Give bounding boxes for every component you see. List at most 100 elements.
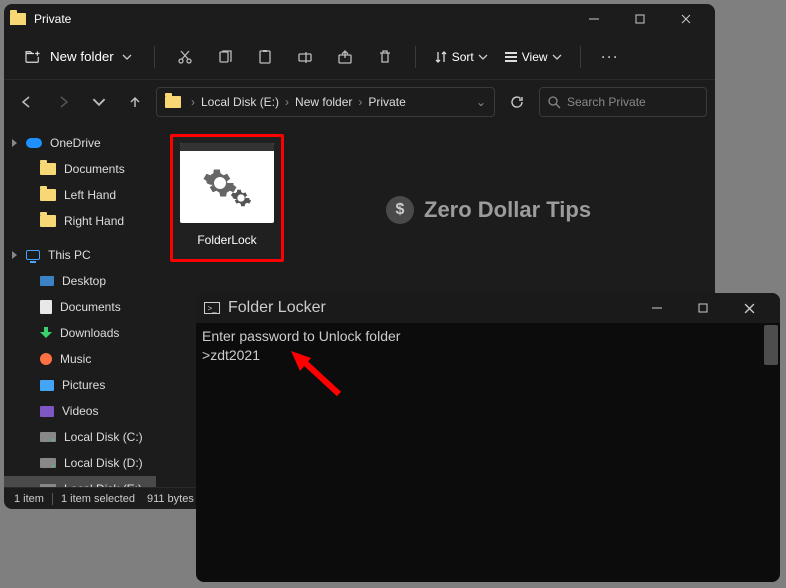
sidebar-item-music[interactable]: Music — [4, 346, 156, 372]
minimize-button[interactable] — [571, 4, 617, 34]
cmd-output-line: Enter password to Unlock folder — [202, 327, 774, 346]
breadcrumb-seg[interactable]: Private — [368, 95, 405, 109]
sort-icon — [434, 50, 448, 64]
cmd-title-text: Folder Locker — [228, 299, 326, 317]
sidebar-label: Right Hand — [64, 214, 124, 228]
pictures-icon — [40, 380, 54, 391]
sidebar-item-videos[interactable]: Videos — [4, 398, 156, 424]
rename-button[interactable] — [287, 39, 323, 75]
sort-label: Sort — [452, 50, 474, 64]
toolbar-divider — [580, 46, 581, 68]
chevron-down-icon — [552, 52, 562, 62]
sidebar-label: Music — [60, 352, 91, 366]
file-tile-folderlock[interactable]: FolderLock — [170, 134, 284, 262]
recent-button[interactable] — [84, 87, 114, 117]
sidebar-item-pictures[interactable]: Pictures — [4, 372, 156, 398]
delete-button[interactable] — [367, 39, 403, 75]
more-button[interactable]: ··· — [593, 39, 629, 75]
sidebar-item-thispc[interactable]: This PC — [4, 242, 156, 268]
sidebar-item-desktop[interactable]: Desktop — [4, 268, 156, 294]
cmd-scrollbar[interactable] — [764, 325, 778, 365]
download-icon — [40, 327, 52, 339]
folder-icon — [165, 96, 181, 108]
view-button[interactable]: View — [498, 46, 568, 68]
forward-button[interactable] — [48, 87, 78, 117]
sidebar-item-drive-c[interactable]: Local Disk (C:) — [4, 424, 156, 450]
close-button[interactable] — [663, 4, 709, 34]
drive-icon — [40, 458, 56, 468]
sidebar-label: Desktop — [62, 274, 106, 288]
status-selected: 1 item selected — [61, 493, 135, 505]
sidebar-item-documents2[interactable]: Documents — [4, 294, 156, 320]
folder-icon — [40, 189, 56, 201]
breadcrumb[interactable]: › Local Disk (E:) › New folder › Private… — [156, 87, 495, 117]
file-preview — [180, 143, 274, 223]
sidebar-item-downloads[interactable]: Downloads — [4, 320, 156, 346]
sidebar-label: Documents — [60, 300, 121, 314]
toolbar-divider — [415, 46, 416, 68]
sidebar-label: Downloads — [60, 326, 119, 340]
sidebar-item-documents[interactable]: Documents — [4, 156, 156, 182]
sidebar-item-onedrive[interactable]: OneDrive — [4, 130, 156, 156]
explorer-toolbar: New folder Sort View ··· — [4, 34, 715, 80]
sidebar-label: Local Disk (D:) — [64, 456, 143, 470]
file-name: FolderLock — [197, 233, 256, 247]
folder-icon — [40, 163, 56, 175]
cut-button[interactable] — [167, 39, 203, 75]
chevron-right-icon: › — [285, 95, 289, 109]
explorer-titlebar[interactable]: Private — [4, 4, 715, 34]
status-item-count: 1 item — [14, 493, 44, 505]
drive-icon — [40, 432, 56, 442]
back-button[interactable] — [12, 87, 42, 117]
document-icon — [40, 300, 52, 314]
gear-icon — [230, 187, 252, 209]
watermark: $ Zero Dollar Tips — [386, 196, 591, 224]
drive-icon — [40, 484, 56, 487]
cmd-close-button[interactable] — [726, 293, 772, 323]
chevron-down-icon[interactable]: ⌄ — [476, 95, 486, 109]
sort-button[interactable]: Sort — [428, 46, 494, 68]
chevron-down-icon — [122, 52, 132, 62]
new-folder-button[interactable]: New folder — [14, 43, 142, 70]
cmd-input-text: zdt2021 — [210, 347, 260, 363]
up-button[interactable] — [120, 87, 150, 117]
folder-icon — [40, 215, 56, 227]
sidebar-item-righthand[interactable]: Right Hand — [4, 208, 156, 234]
sidebar-label: OneDrive — [50, 136, 101, 150]
maximize-button[interactable] — [617, 4, 663, 34]
view-label: View — [522, 50, 548, 64]
sidebar-label: Left Hand — [64, 188, 116, 202]
chevron-down-icon — [478, 52, 488, 62]
sidebar-item-drive-d[interactable]: Local Disk (D:) — [4, 450, 156, 476]
sidebar-label: Local Disk (C:) — [64, 430, 143, 444]
new-folder-label: New folder — [50, 49, 114, 64]
breadcrumb-seg[interactable]: New folder — [295, 95, 352, 109]
cmd-maximize-button[interactable] — [680, 293, 726, 323]
sidebar: OneDrive Documents Left Hand Right Hand … — [4, 124, 156, 487]
sidebar-item-lefthand[interactable]: Left Hand — [4, 182, 156, 208]
cmd-minimize-button[interactable] — [634, 293, 680, 323]
refresh-button[interactable] — [501, 87, 533, 117]
sidebar-label: Pictures — [62, 378, 105, 392]
copy-button[interactable] — [207, 39, 243, 75]
search-icon — [548, 96, 561, 109]
cmd-window: >_ Folder Locker Enter password to Unloc… — [196, 293, 780, 582]
sidebar-label: Local Disk (E:) — [64, 482, 142, 487]
sidebar-label: This PC — [48, 248, 91, 262]
cloud-icon — [26, 138, 42, 148]
cmd-icon: >_ — [204, 302, 220, 314]
search-input[interactable]: Search Private — [539, 87, 707, 117]
folder-icon — [10, 13, 26, 25]
share-button[interactable] — [327, 39, 363, 75]
sidebar-item-drive-e[interactable]: Local Disk (E:) — [4, 476, 156, 487]
breadcrumb-seg[interactable]: Local Disk (E:) — [201, 95, 279, 109]
chevron-right-icon: › — [191, 95, 195, 109]
status-divider — [52, 493, 53, 505]
cmd-prompt: > — [202, 347, 210, 363]
navigation-row: › Local Disk (E:) › New folder › Private… — [4, 80, 715, 124]
watermark-text: Zero Dollar Tips — [424, 197, 591, 223]
paste-button[interactable] — [247, 39, 283, 75]
window-title: Private — [34, 12, 71, 26]
cmd-titlebar[interactable]: >_ Folder Locker — [196, 293, 780, 323]
cmd-body[interactable]: Enter password to Unlock folder >zdt2021 — [196, 323, 780, 582]
